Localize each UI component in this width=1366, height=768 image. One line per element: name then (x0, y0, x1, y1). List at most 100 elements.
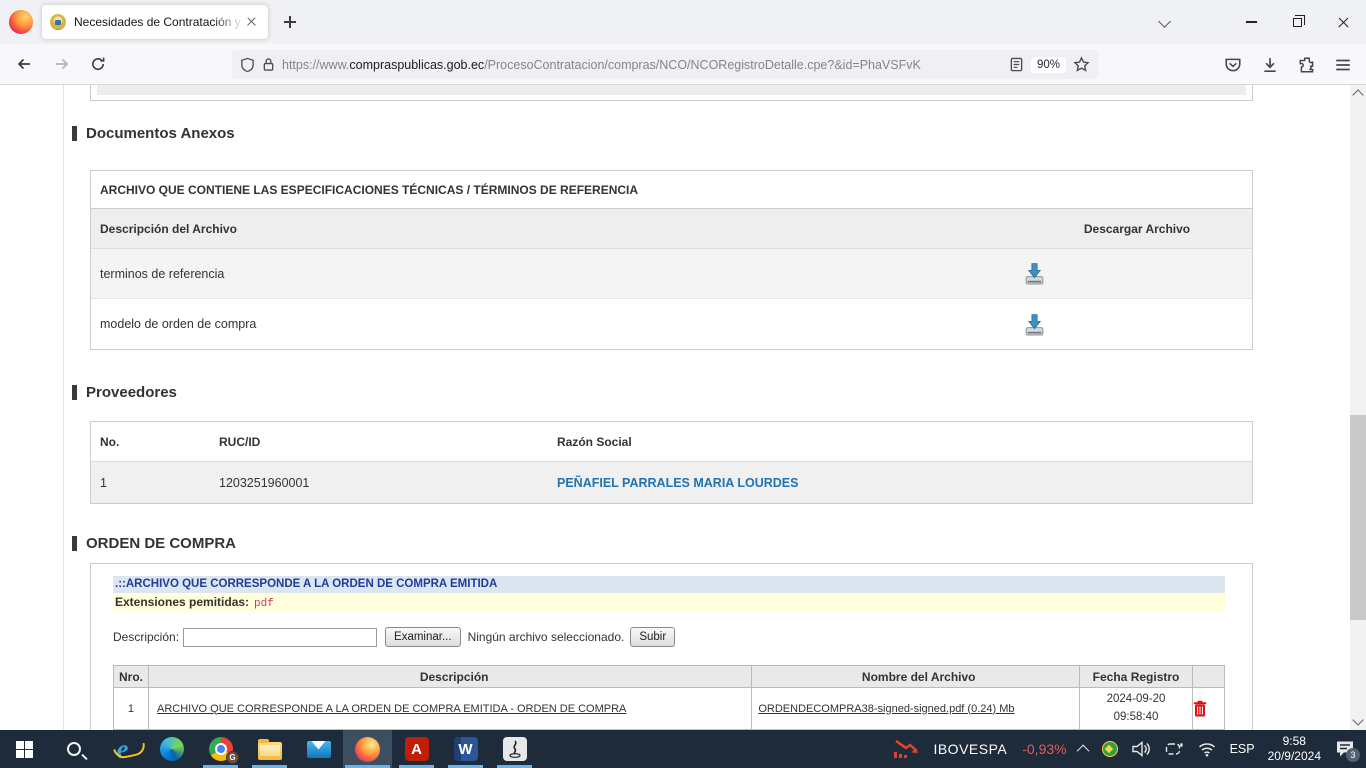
chrome-profile-badge: G (226, 751, 239, 764)
wifi-icon[interactable] (1197, 741, 1217, 757)
orden-banner: .::ARCHIVO QUE CORRESPONDE A LA ORDEN DE… (113, 576, 1225, 593)
reload-button[interactable] (84, 50, 112, 78)
firefox-view-icon[interactable] (9, 10, 33, 34)
edge-icon (160, 737, 184, 761)
site-favicon-icon (50, 14, 66, 30)
no-file-text: Ningún archivo seleccionado. (468, 630, 625, 644)
forward-button[interactable] (48, 50, 76, 78)
page-scrollbar[interactable] (1350, 85, 1366, 730)
search-icon (67, 742, 81, 756)
downloads-icon[interactable] (1261, 56, 1279, 74)
heading-bar (72, 385, 77, 400)
tray-antivirus-icon[interactable] (1102, 741, 1118, 757)
fecha-registro: 2024-09-20 09:58:40 (1080, 688, 1193, 730)
taskbar-acrobat[interactable]: A (392, 730, 441, 768)
window-restore-button[interactable] (1274, 0, 1320, 44)
language-indicator[interactable]: ESP (1230, 742, 1255, 756)
orden-files-table: Nro. Descripción Nombre del Archivo Fech… (113, 665, 1225, 730)
download-file-icon[interactable] (1022, 312, 1047, 337)
word-icon: W (454, 737, 478, 761)
orden-table-header-row: Nro. Descripción Nombre del Archivo Fech… (114, 666, 1225, 688)
shield-icon[interactable] (240, 57, 255, 73)
upload-button[interactable]: Subir (630, 627, 675, 647)
internet-explorer-icon: e (117, 737, 129, 761)
bookmark-star-icon[interactable] (1073, 56, 1090, 73)
java-app-icon (503, 737, 527, 761)
acrobat-icon: A (405, 737, 429, 761)
stock-name[interactable]: IBOVESPA (933, 741, 1007, 757)
upload-form: Descripción: Examinar... Ningún archivo … (113, 626, 675, 648)
notification-count-badge: 3 (1346, 748, 1360, 762)
table-row: 1 ARCHIVO QUE CORRESPONDE A LA ORDEN DE … (114, 688, 1225, 730)
table-row: modelo de orden de compra (91, 299, 1252, 349)
documentos-table: ARCHIVO QUE CONTIENE LAS ESPECIFICACIONE… (90, 170, 1253, 350)
taskbar-search-button[interactable] (49, 730, 98, 768)
delete-trash-icon[interactable] (1193, 700, 1207, 717)
section-heading-orden: ORDEN DE COMPRA (72, 535, 236, 552)
new-tab-button[interactable] (280, 12, 300, 32)
pocket-icon[interactable] (1224, 56, 1242, 74)
tray-expand-chevron-icon[interactable] (1076, 744, 1089, 757)
taskbar-word[interactable]: W (441, 730, 490, 768)
stock-widget-icon[interactable] (892, 738, 920, 760)
windows-taskbar: e G A W IBOVESPA -0,93% (0, 730, 1366, 768)
window-close-button[interactable] (1320, 0, 1366, 44)
reader-mode-icon[interactable] (1009, 57, 1024, 72)
extensions-puzzle-icon[interactable] (1298, 56, 1316, 74)
url-text[interactable]: https://www.compraspublicas.gob.ec/Proce… (282, 58, 1002, 72)
start-button[interactable] (0, 730, 49, 768)
cast-icon[interactable] (1164, 741, 1184, 757)
file-explorer-icon (258, 742, 282, 760)
table-row: 1 1203251960001 PEÑAFIEL PARRALES MARIA … (91, 462, 1252, 503)
proveedores-header-row: No. RUC/ID Razón Social (91, 422, 1252, 462)
firefox-icon (355, 737, 380, 762)
browser-toolbar: https://www.compraspublicas.gob.ec/Proce… (0, 44, 1366, 85)
mail-icon (307, 741, 331, 758)
taskbar-file-explorer[interactable] (245, 730, 294, 768)
proveedor-link[interactable]: PEÑAFIEL PARRALES MARIA LOURDES (557, 476, 798, 490)
scroll-down-arrow-icon[interactable] (1352, 714, 1363, 725)
scroll-up-arrow-icon[interactable] (1352, 89, 1363, 100)
previous-section-partial (90, 85, 1253, 101)
tab-list-chevron-icon[interactable] (1158, 15, 1171, 28)
windows-logo-icon (16, 741, 33, 758)
back-button[interactable] (10, 50, 38, 78)
taskbar-mail[interactable] (294, 730, 343, 768)
proveedores-table: No. RUC/ID Razón Social 1 1203251960001 … (90, 421, 1253, 504)
descripcion-input[interactable] (183, 628, 377, 647)
tab-title: Necesidades de Contratación y (74, 15, 244, 29)
taskbar-clock[interactable]: 9:58 20/9/2024 (1268, 734, 1321, 764)
taskbar-internet-explorer[interactable]: e (98, 730, 147, 768)
taskbar-java-app[interactable] (490, 730, 539, 768)
stock-change[interactable]: -0,93% (1022, 741, 1066, 757)
taskbar-chrome[interactable]: G (196, 730, 245, 768)
zoom-level-button[interactable]: 90% (1031, 57, 1066, 73)
scrollbar-thumb[interactable] (1350, 415, 1366, 620)
url-bar[interactable]: https://www.compraspublicas.gob.ec/Proce… (232, 50, 1098, 79)
page-content: Documentos Anexos ARCHIVO QUE CONTIENE L… (0, 85, 1366, 730)
browser-tab[interactable]: Necesidades de Contratación y (42, 5, 268, 39)
heading-bar (72, 126, 77, 141)
volume-icon[interactable] (1131, 740, 1151, 758)
documentos-table-title: ARCHIVO QUE CONTIENE LAS ESPECIFICACIONE… (91, 171, 1252, 209)
taskbar-edge[interactable] (147, 730, 196, 768)
extensiones-bar: Extensiones pemitidas:pdf (113, 593, 1225, 611)
notification-center-button[interactable]: 3 (1334, 739, 1356, 759)
descripcion-label: Descripción: (113, 630, 179, 644)
documentos-header-row: Descripción del Archivo Descargar Archiv… (91, 209, 1252, 249)
orden-file-link[interactable]: ORDENDECOMPRA38-signed-signed.pdf (0.24)… (758, 703, 1014, 715)
page-left-border (63, 85, 64, 730)
orden-desc-link[interactable]: ARCHIVO QUE CORRESPONDE A LA ORDEN DE CO… (157, 703, 626, 715)
download-file-icon[interactable] (1022, 261, 1047, 286)
tab-close-icon[interactable] (244, 14, 260, 30)
taskbar-firefox[interactable] (343, 730, 392, 768)
orden-de-compra-panel: .::ARCHIVO QUE CORRESPONDE A LA ORDEN DE… (90, 563, 1253, 730)
browser-titlebar: Necesidades de Contratación y (0, 0, 1366, 44)
browse-button[interactable]: Examinar... (385, 627, 461, 647)
menu-hamburger-icon[interactable] (1334, 56, 1352, 74)
section-heading-proveedores: Proveedores (72, 384, 177, 401)
heading-bar (72, 536, 77, 551)
table-row: terminos de referencia (91, 249, 1252, 299)
lock-icon[interactable] (262, 57, 275, 72)
window-minimize-button[interactable] (1228, 0, 1274, 44)
